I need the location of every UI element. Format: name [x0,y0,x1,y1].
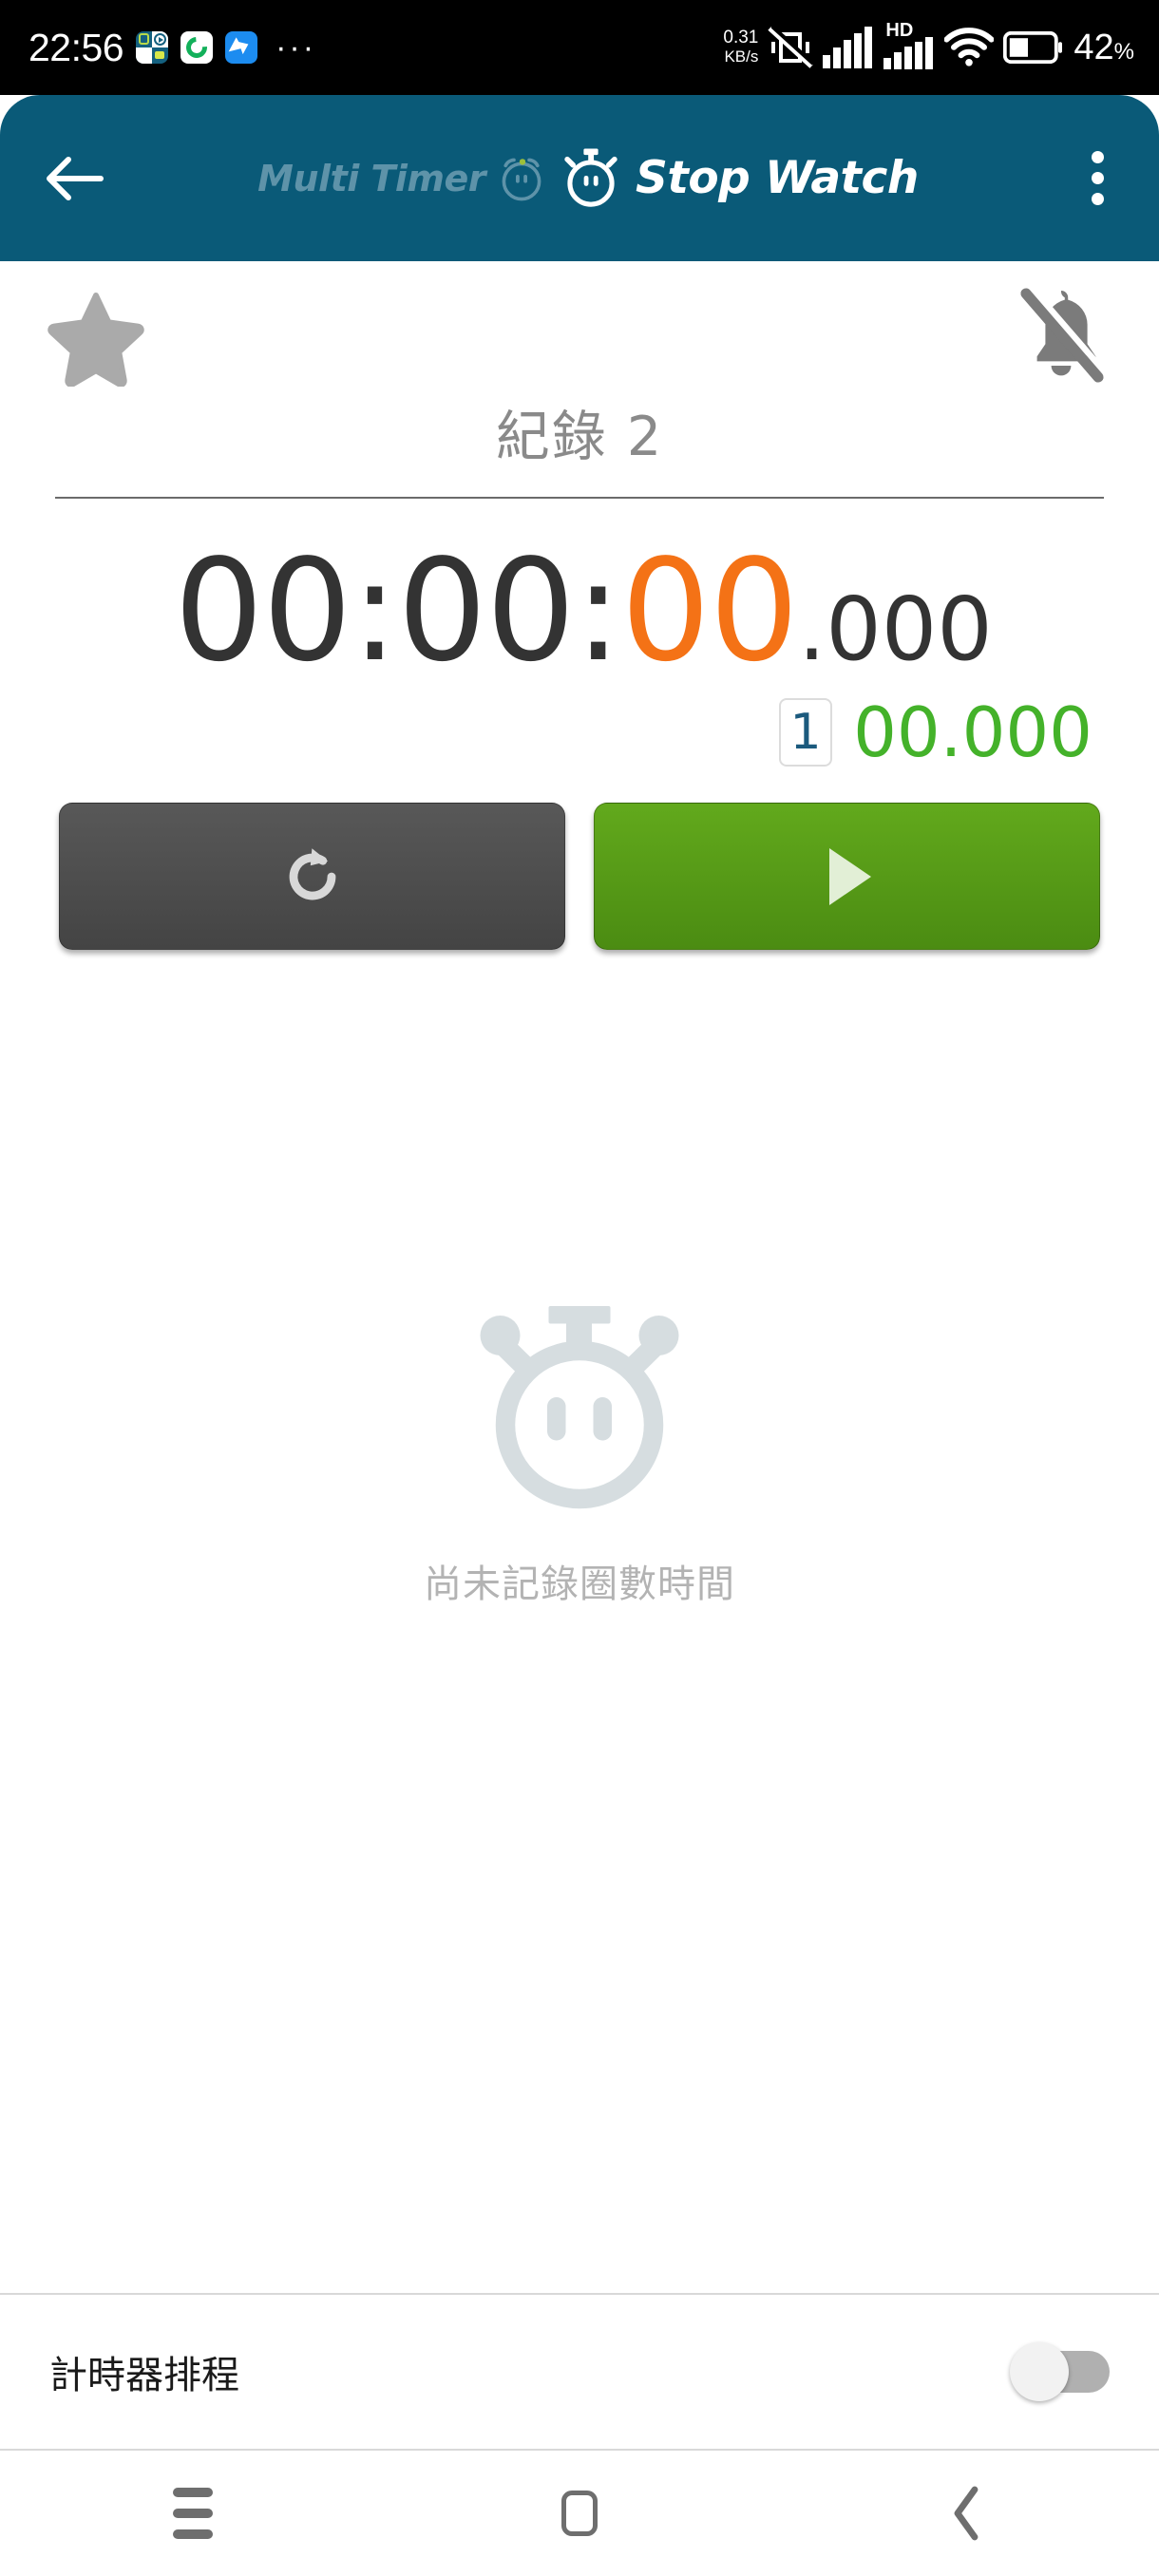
lap-time-value: 00.000 [853,692,1092,772]
stopwatch-display[interactable]: 00 : 00 : 00 . 000 [0,540,1159,681]
status-bar-left: 22:56 ··· [28,26,316,70]
timer-schedule-toggle[interactable] [1010,2342,1110,2401]
control-buttons [0,803,1159,950]
nav-home-button[interactable] [508,2461,651,2566]
time-separator-1: : [351,529,399,692]
time-decimal-dot: . [797,578,826,680]
app-bar: Multi Timer Stop Watch [0,95,1159,261]
notification-toggle-button[interactable] [1009,282,1113,388]
status-bar: 22:56 ··· 0.31 KB/s HD 42% [0,0,1159,95]
multi-timer-icon [136,31,169,64]
battery-percent-value: 42 [1074,27,1114,67]
wifi-icon [944,28,995,66]
phone-screen: 22:56 ··· 0.31 KB/s HD 42% Multi Timer S… [0,0,1159,2576]
android-nav-bar [0,2451,1159,2576]
main-content: 紀錄 2 00 : 00 : 00 . 000 1 00.000 尚未記錄圈數時… [0,261,1159,2315]
stopwatch-icon [564,148,618,207]
play-icon [828,847,871,905]
time-separator-2: : [574,529,622,692]
network-speed-unit: KB/s [724,47,759,66]
vibrate-off-icon [768,27,814,68]
percent-sign: % [1113,38,1134,65]
arrow-left-icon [47,156,104,200]
timer-schedule-row[interactable]: 計時器排程 [0,2293,1159,2451]
overflow-menu-icon[interactable] [1045,122,1150,236]
status-bar-right: 0.31 KB/s HD 42% [723,20,1134,69]
battery-percent: 42% [1074,28,1134,68]
timer-name-label[interactable]: 紀錄 2 [0,393,1159,471]
tab-multi-timer[interactable]: Multi Timer [257,154,546,203]
timer-name-underline [55,497,1104,499]
nav-back-button[interactable] [895,2461,1037,2566]
timer-header-icons [0,261,1159,399]
current-lap-display: 1 00.000 [0,698,1159,767]
favorite-button[interactable] [46,290,146,388]
refresh-reset-icon [289,847,335,900]
back-button[interactable] [17,122,131,236]
tab-stop-watch[interactable]: Stop Watch [560,147,919,210]
network-speed: 0.31 KB/s [723,28,758,66]
reset-button[interactable] [59,803,565,950]
status-overflow-icon: ··· [276,29,317,66]
battery-icon [1003,31,1063,64]
status-clock: 22:56 [28,25,124,69]
blue-bird-icon [225,31,258,64]
lap-list-empty-state: 尚未記錄圈數時間 [0,1301,1159,1608]
time-minutes: 00 [397,529,575,692]
back-chevron-icon [954,2486,978,2541]
lap-number-badge: 1 [779,698,833,767]
time-hours: 00 [174,529,352,692]
home-icon [560,2491,598,2536]
tab-stop-watch-label: Stop Watch [636,152,919,204]
start-button[interactable] [594,803,1100,950]
recents-icon [173,2488,214,2539]
app-bar-tabs: Multi Timer Stop Watch [131,147,1045,210]
signal-2-group: HD [882,20,935,69]
empty-state-text: 尚未記錄圈數時間 [424,1563,735,1606]
signal-1-icon [823,27,873,68]
star-icon [48,293,144,388]
alarm-clock-icon [502,158,542,200]
stopwatch-large-icon [480,1306,679,1509]
nav-recents-button[interactable] [122,2461,264,2566]
bell-off-icon [1020,283,1108,383]
time-milliseconds: 000 [826,578,993,680]
time-seconds: 00 [620,529,799,692]
timer-schedule-label: 計時器排程 [49,2354,239,2397]
signal-2-icon [884,37,934,69]
green-sync-icon [180,31,214,64]
toggle-thumb [1010,2342,1069,2401]
network-speed-value: 0.31 [723,28,759,47]
tab-multi-timer-label: Multi Timer [257,157,486,199]
